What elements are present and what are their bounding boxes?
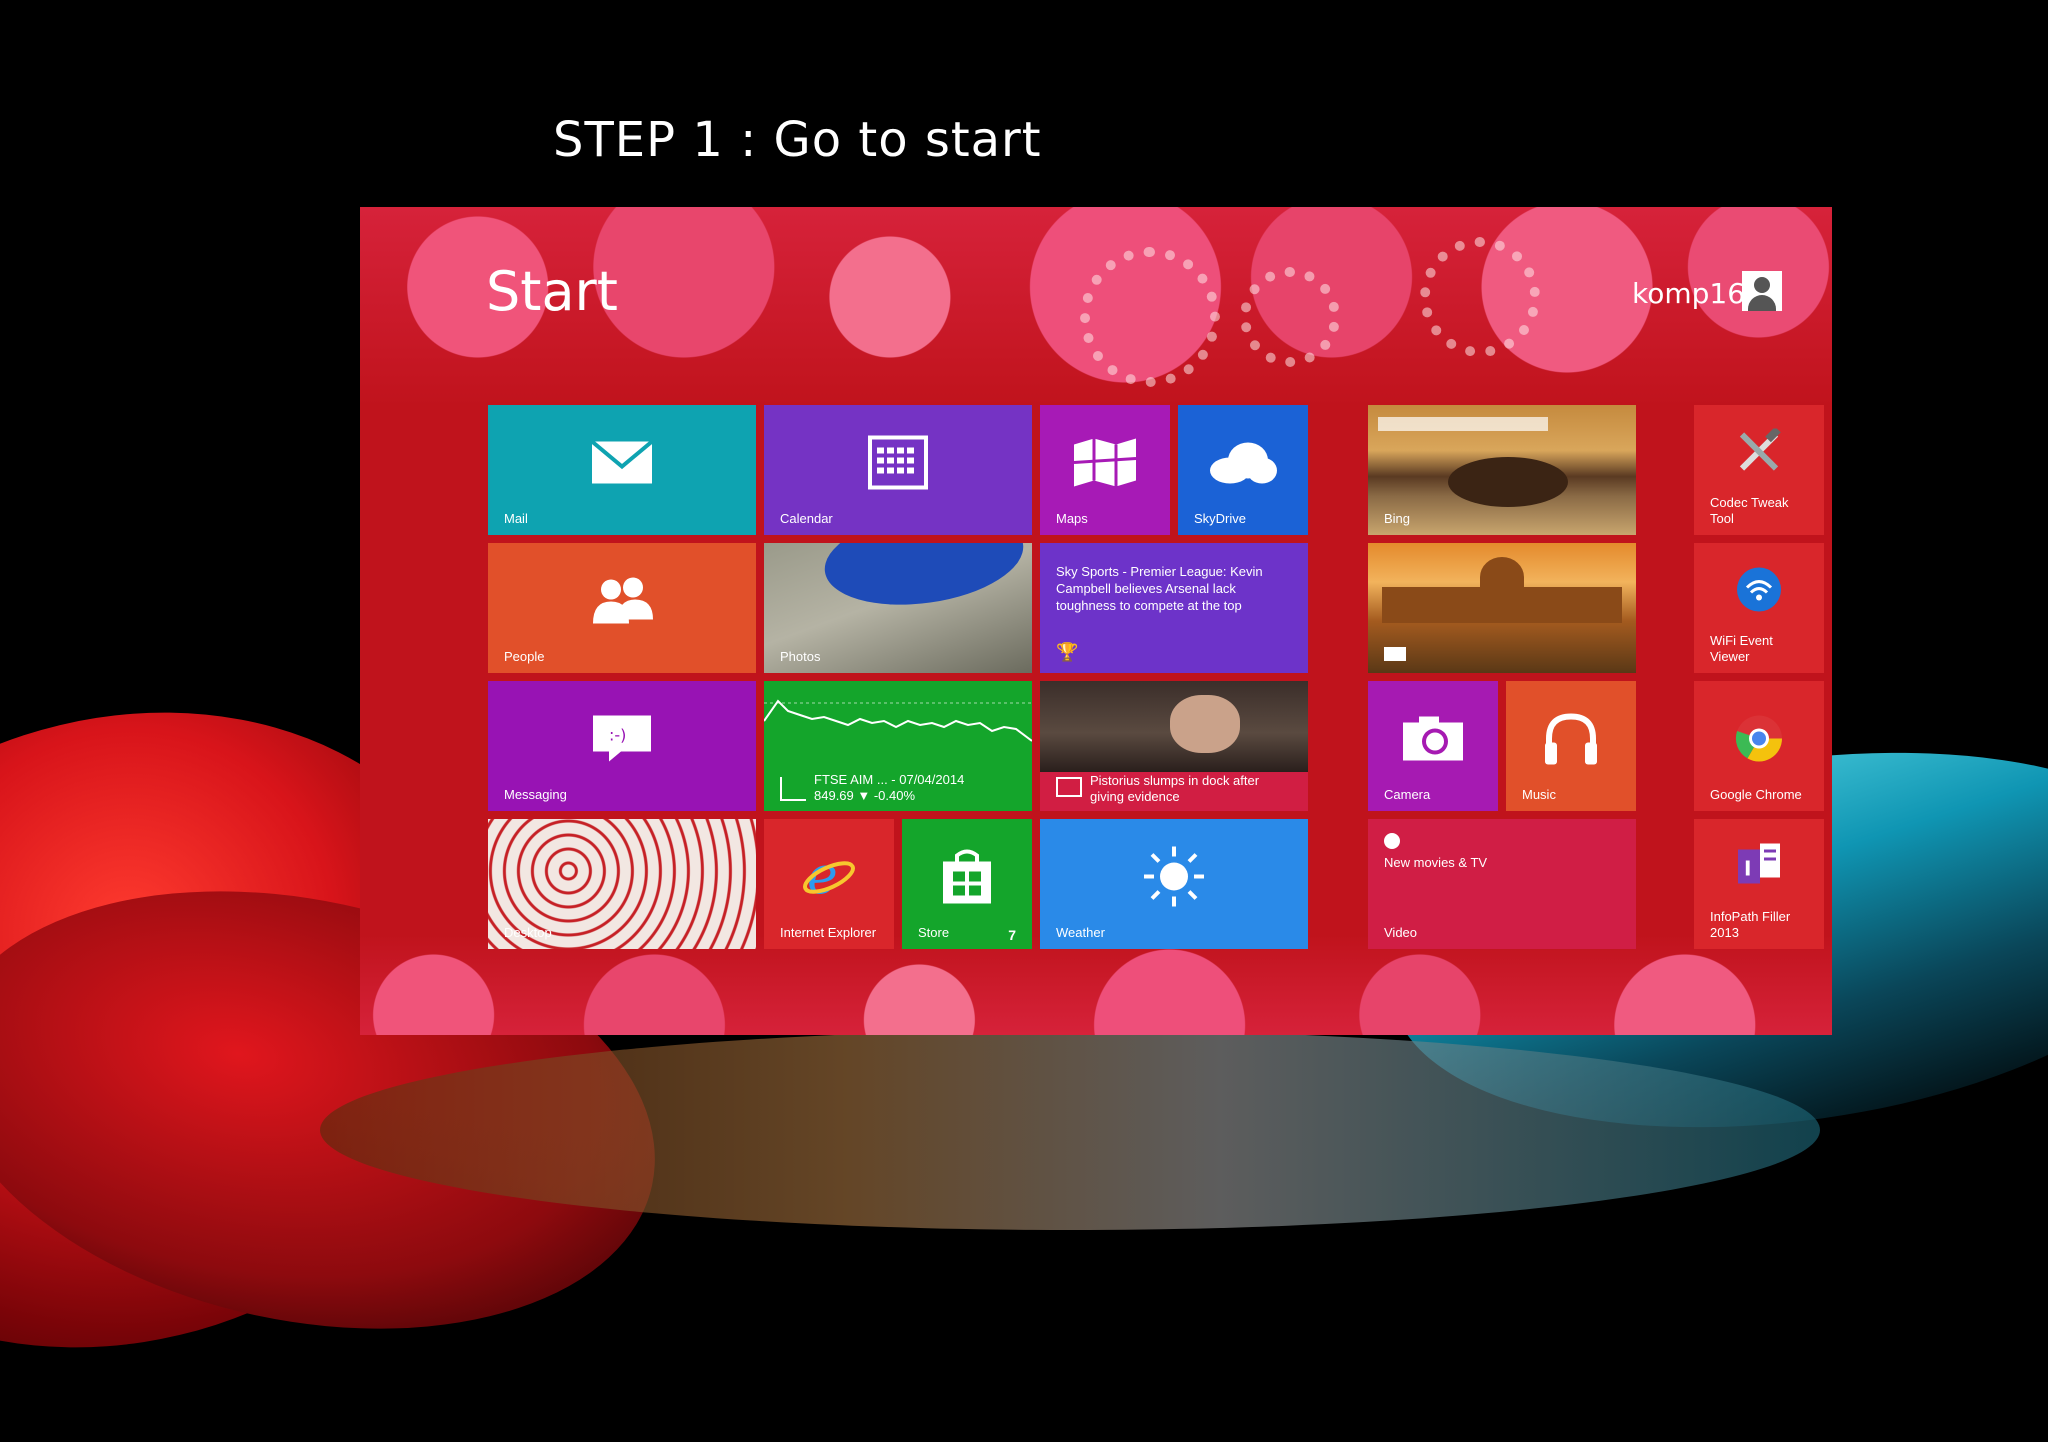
- tile-label: Google Chrome: [1710, 787, 1802, 802]
- tile-finance[interactable]: FTSE AIM ... - 07/04/2014 849.69 ▼ -0.40…: [764, 681, 1032, 811]
- tile-camera[interactable]: Camera: [1368, 681, 1498, 811]
- tile-wifi-event-viewer[interactable]: WiFi Event Viewer: [1694, 543, 1824, 673]
- swirl-decoration: [1080, 247, 1220, 387]
- tile-label: Weather: [1056, 925, 1105, 940]
- tile-label: Mail: [504, 511, 528, 526]
- news-photo-person: [1170, 695, 1240, 753]
- store-icon: [939, 847, 995, 910]
- finance-line2: 849.69 ▼ -0.40%: [814, 788, 916, 803]
- tile-people[interactable]: People: [488, 543, 756, 673]
- camera-icon: [1401, 714, 1465, 767]
- calendar-icon: [868, 435, 928, 494]
- tile-label: Music: [1522, 787, 1556, 802]
- tile-label: Bing: [1384, 511, 1411, 526]
- tile-label: Store: [918, 925, 950, 940]
- swirl-decoration: [1240, 267, 1340, 367]
- tile-label: Camera: [1384, 787, 1431, 802]
- start-title: Start: [486, 260, 618, 323]
- messaging-icon: :-): [591, 713, 653, 768]
- sports-headline: Sky Sports - Premier League: Kevin Campb…: [1056, 564, 1263, 613]
- trophy-icon: 🏆: [1056, 642, 1079, 662]
- tile-label: Photos: [780, 649, 821, 664]
- tile-label: Internet Explorer: [780, 925, 877, 940]
- avatar-body: [1748, 295, 1776, 311]
- tile-music[interactable]: Music: [1506, 681, 1636, 811]
- tile-label: Maps: [1056, 511, 1088, 526]
- tools-icon: [1736, 427, 1782, 480]
- tile-calendar[interactable]: Calendar: [764, 405, 1032, 535]
- news-icon: [1056, 777, 1082, 797]
- tile-label: WiFi Event Viewer: [1710, 633, 1773, 664]
- finance-chart-icon: [780, 777, 806, 801]
- tile-label: Codec Tweak Tool: [1710, 495, 1789, 526]
- tile-infopath-filler[interactable]: I InfoPath Filler 2013: [1694, 819, 1824, 949]
- bottom-swoosh-decoration: [320, 1030, 1820, 1230]
- tile-mail[interactable]: Mail: [488, 405, 756, 535]
- internet-explorer-icon: e: [801, 846, 857, 908]
- tile-parliament-photo[interactable]: [1368, 543, 1636, 673]
- tile-label: Desktop: [504, 925, 552, 940]
- finance-line1: FTSE AIM ... - 07/04/2014: [814, 772, 965, 787]
- tile-messaging[interactable]: :-) Messaging: [488, 681, 756, 811]
- news-headline: Pistorius slumps in dock after giving ev…: [1090, 773, 1260, 804]
- user-avatar[interactable]: [1742, 271, 1782, 311]
- tile-label: Calendar: [780, 511, 833, 526]
- headphones-icon: [1541, 710, 1601, 771]
- cloud-icon: [1208, 440, 1278, 489]
- tile-label: SkyDrive: [1194, 511, 1247, 526]
- infopath-icon: I: [1736, 841, 1782, 890]
- tile-maps[interactable]: Maps: [1040, 405, 1170, 535]
- tile-label: Messaging: [504, 787, 567, 802]
- tile-desktop[interactable]: Desktop: [488, 819, 756, 949]
- tile-internet-explorer[interactable]: e Internet Explorer: [764, 819, 894, 949]
- tile-codec-tweak-tool[interactable]: Codec Tweak Tool: [1694, 405, 1824, 535]
- tile-photos[interactable]: Photos: [764, 543, 1032, 673]
- tile-bing[interactable]: Bing: [1368, 405, 1636, 535]
- xbox-icon: [1384, 833, 1400, 849]
- tile-label: People: [504, 649, 545, 664]
- tile-label: Video: [1384, 925, 1418, 940]
- avatar-head: [1754, 277, 1770, 293]
- tile-skydrive[interactable]: SkyDrive: [1178, 405, 1308, 535]
- start-banner-bottom: [360, 935, 1832, 1035]
- photo-umbrella: [818, 543, 1030, 617]
- store-update-badge: 7: [1008, 927, 1016, 943]
- beaver-photo: [1448, 457, 1568, 507]
- parliament-dome: [1480, 557, 1524, 597]
- chrome-icon: [1734, 713, 1784, 768]
- swirl-decoration: [1420, 237, 1540, 357]
- mail-icon: [590, 439, 654, 489]
- maps-icon: [1072, 436, 1138, 493]
- start-screen: Start komp16 Mail Calendar Maps SkyDrive…: [360, 207, 1832, 1035]
- tile-weather[interactable]: Weather: [1040, 819, 1308, 949]
- bing-search-bar[interactable]: [1378, 417, 1548, 431]
- finance-chart: [764, 699, 1032, 742]
- tile-label: InfoPath Filler 2013: [1710, 909, 1791, 940]
- tile-news[interactable]: Pistorius slumps in dock after giving ev…: [1040, 681, 1308, 811]
- svg-text::-): :-): [609, 725, 626, 744]
- tile-store[interactable]: Store 7: [902, 819, 1032, 949]
- video-subtitle: New movies & TV: [1384, 855, 1488, 870]
- tile-video[interactable]: New movies & TV Video: [1368, 819, 1636, 949]
- user-name[interactable]: komp16: [1632, 277, 1745, 310]
- tile-google-chrome[interactable]: Google Chrome: [1694, 681, 1824, 811]
- people-icon: [589, 575, 655, 630]
- wifi-icon: [1735, 566, 1783, 619]
- photos-icon: [1384, 647, 1406, 661]
- slide-title: STEP 1 : Go to start: [553, 112, 1042, 168]
- sun-icon: [1142, 844, 1206, 913]
- tile-sports[interactable]: Sky Sports - Premier League: Kevin Campb…: [1040, 543, 1308, 673]
- svg-text:I: I: [1744, 856, 1751, 880]
